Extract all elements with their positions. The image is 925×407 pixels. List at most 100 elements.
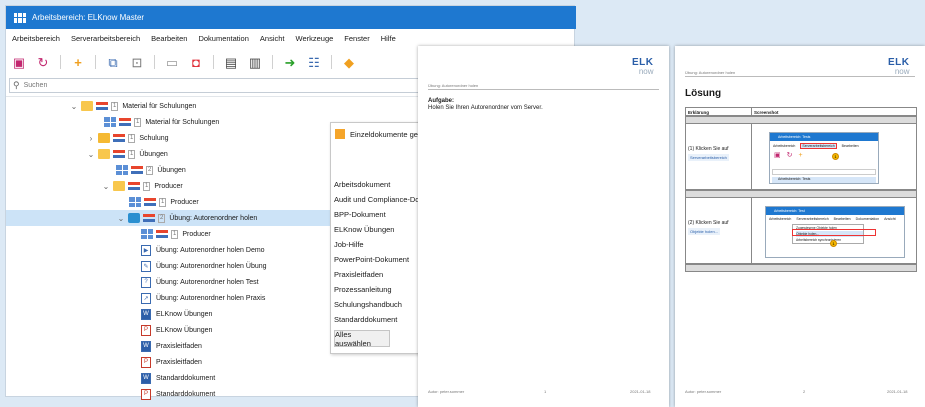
menu-arbeitsbereich[interactable]: Arbeitsbereich [12, 34, 60, 43]
dialog-title: Einzeldokumente gene [350, 129, 427, 139]
document-type-icon [144, 197, 156, 207]
pages-icon[interactable]: ▥ [246, 53, 264, 71]
chevron-down-icon[interactable]: ⌄ [102, 182, 110, 191]
tree-label: Schulung [139, 134, 169, 142]
footer-author: Autor: peter.sommer [428, 389, 465, 394]
document-type-list: Arbeitsdokument Audit und Compliance-Do … [334, 177, 419, 342]
dialog-item[interactable]: Prozessanleitung [334, 282, 419, 297]
window-title: Arbeitsbereich: ELKnow Master [32, 13, 145, 22]
shot-title: Arbeitsbereich: Test [766, 207, 904, 215]
menu-dokumentation[interactable]: Dokumentation [198, 34, 248, 43]
highlight-box [792, 229, 876, 236]
shot-menu-item: Dokumentation [855, 217, 880, 221]
dialog-header: Einzeldokumente gene [335, 129, 426, 139]
footer-page-number: 1 [544, 389, 547, 394]
footer-author: Autor: peter.sommer [685, 389, 722, 394]
document-type-icon [113, 133, 125, 143]
level-tag: 1 [128, 149, 136, 159]
menu-serverarbeitsbereich[interactable]: Serverarbeitsbereich [71, 34, 140, 43]
grid-icon [116, 165, 128, 175]
tree-label: Übungen [157, 166, 186, 174]
step-marker-badge: 1 [832, 153, 839, 160]
step-1-explanation: (1) Klicken Sie auf Serverarbeitsbereich [685, 124, 752, 190]
tree-label: Übung: Autorenordner holen Übung [156, 262, 267, 270]
chevron-down-icon[interactable]: ⌄ [117, 214, 125, 223]
shield-icon[interactable]: ◆ [340, 53, 358, 71]
step-2-screenshot-cell: Arbeitsbereich: Test Arbeitsbereich Serv… [751, 198, 917, 264]
search-input[interactable] [23, 82, 404, 89]
praxis-icon: ↗ [141, 292, 151, 304]
tree-label: Material für Schulungen [145, 118, 220, 126]
dialog-item[interactable]: Schulungshandbuch [334, 297, 419, 312]
grid-icon [141, 229, 153, 239]
step-2-screenshot: Arbeitsbereich: Test Arbeitsbereich Serv… [765, 206, 905, 258]
task-text: Holen Sie Ihren Autorenordner vom Server… [428, 105, 543, 111]
pdf-document-icon: P [141, 324, 151, 336]
menu-hilfe[interactable]: Hilfe [381, 34, 396, 43]
grid-icon [129, 197, 141, 207]
shot-menu-item-highlighted: Serverarbeitsbereich [800, 143, 837, 149]
footer-date: 2021-01-18 [630, 389, 651, 394]
template-icon[interactable]: ⊡ [128, 53, 146, 71]
menu-fenster[interactable]: Fenster [344, 34, 369, 43]
level-tag: 1 [134, 117, 142, 127]
forward-icon[interactable]: ➜ [281, 53, 299, 71]
select-all-button[interactable]: Alles auswählen [334, 330, 390, 348]
menu-werkzeuge[interactable]: Werkzeuge [296, 34, 334, 43]
menu-bearbeiten[interactable]: Bearbeiten [151, 34, 187, 43]
word-document-icon: W [141, 372, 151, 384]
dialog-item[interactable]: Audit und Compliance-Do [334, 192, 419, 207]
tree-label: Übung: Autorenordner holen Test [156, 278, 259, 286]
shot-menu-item: Arbeitsbereich [773, 144, 796, 148]
elknow-logo: ELK now [888, 58, 910, 77]
document-type-icon [131, 165, 143, 175]
grid-icon [104, 117, 116, 127]
tree-label: Übung: Autorenordner holen [169, 214, 258, 222]
tree-label: ELKnow Übungen [156, 310, 213, 318]
chevron-down-icon[interactable]: ⌄ [87, 150, 95, 159]
pdf-document-icon: P [141, 356, 151, 368]
tree-label: Producer [170, 198, 199, 206]
record-icon[interactable]: ◘ [187, 53, 205, 71]
level-tag: 1 [143, 181, 151, 191]
level-tag: 1 [171, 229, 179, 239]
word-document-icon: W [141, 308, 151, 320]
pdf-document-icon: P [141, 388, 151, 400]
dialog-item[interactable]: Job-Hilfe [334, 237, 419, 252]
page-icon[interactable]: ▤ [222, 53, 240, 71]
level-tag: 1 [111, 101, 119, 111]
logo-text-bottom: now [638, 67, 654, 76]
shot-menu: Arbeitsbereich Serverarbeitsbereich Bear… [770, 141, 878, 151]
level-tag: 1 [159, 197, 167, 207]
search-icon: ⚲ [13, 80, 20, 90]
tree-icon[interactable]: ☷ [305, 53, 323, 71]
tree-label: Material für Schulungen [122, 102, 197, 110]
copy-icon[interactable]: ⧉ [104, 53, 122, 71]
dialog-item[interactable]: Arbeitsdokument [334, 177, 419, 192]
menu-ansicht[interactable]: Ansicht [260, 34, 285, 43]
dialog-item[interactable]: BPP-Dokument [334, 207, 419, 222]
word-document-icon: W [141, 340, 151, 352]
dialog-item[interactable]: Standarddokument [334, 312, 419, 327]
refresh-icon[interactable]: ↻ [34, 53, 52, 71]
elknow-logo: ELK now [632, 58, 654, 77]
dialog-item[interactable]: PowerPoint-Dokument [334, 252, 419, 267]
shot-menu-item: Ansicht [884, 217, 896, 221]
step-1-text: (1) Klicken Sie auf [688, 146, 729, 152]
page-header: Übung: Autorenordner holen [685, 70, 736, 75]
chevron-right-icon[interactable]: › [87, 134, 95, 143]
window-icon[interactable]: ▭ [163, 53, 181, 71]
document-type-icon [96, 101, 108, 111]
shot-menu-item: Arbeitsbereich [769, 217, 792, 221]
dialog-item[interactable]: ELKnow Übungen [334, 222, 419, 237]
chevron-down-icon[interactable]: ⌄ [70, 102, 78, 111]
add-icon[interactable]: + [69, 53, 87, 71]
document-type-icon [143, 213, 155, 223]
save-icon[interactable]: ▣ [10, 53, 28, 71]
dialog-item[interactable]: Praxisleitfaden [334, 267, 419, 282]
document-generate-icon [335, 129, 345, 139]
folder-icon [98, 133, 110, 143]
tree-label: Praxisleitfaden [156, 358, 202, 366]
level-tag: 2 [146, 165, 154, 175]
step-2-explanation: (2) Klicken Sie auf Objekte holen... [685, 198, 752, 264]
